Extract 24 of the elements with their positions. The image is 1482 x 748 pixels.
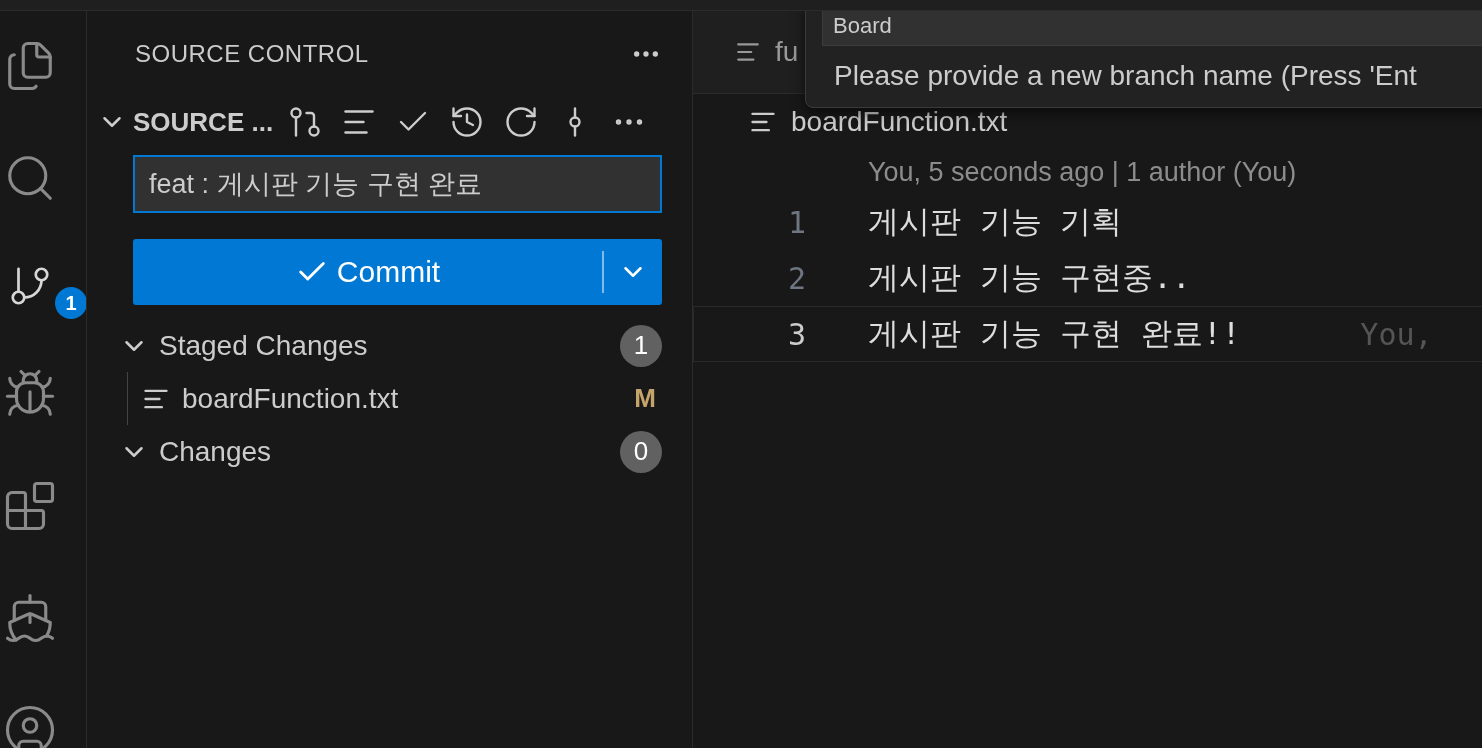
file-name[interactable]: boardFunction.txt: [182, 382, 635, 415]
section-title: SOURCE ...: [133, 106, 274, 138]
code-line: 게시판 기능 구현중..: [868, 258, 1191, 297]
breadcrumb[interactable]: boardFunction.txt: [791, 106, 1008, 138]
group-label[interactable]: Staged Changes: [159, 329, 620, 362]
commit-message-field[interactable]: feat : 게시판 기능 구현 완료: [133, 155, 662, 213]
line-number: 3: [786, 316, 806, 352]
editor-tab[interactable]: fu: [775, 36, 799, 68]
prompt-message: Please provide a new branch name (Press 'Ent: [833, 60, 1418, 92]
code-line: 게시판 기능 구현 완료!!: [868, 314, 1241, 353]
blame-annotation: You,: [1360, 316, 1433, 352]
blame-header: You, 5 seconds ago | 1 author (You): [867, 155, 1298, 189]
line-number: 1: [786, 204, 806, 240]
branch-name-field[interactable]: Board: [822, 11, 1482, 46]
account-icon[interactable]: [3, 703, 57, 748]
count-badge: 1: [620, 324, 662, 367]
count-badge: 0: [620, 430, 662, 473]
count-badge: 1: [55, 287, 86, 319]
panel-title: SOURCE CONTROL: [135, 40, 369, 68]
line-number: 2: [786, 260, 806, 296]
group-label[interactable]: Changes: [159, 435, 620, 468]
extensions-icon[interactable]: [3, 479, 57, 533]
status-letter: M: [634, 383, 656, 414]
code-line: 게시판 기능 기획: [868, 202, 1123, 241]
